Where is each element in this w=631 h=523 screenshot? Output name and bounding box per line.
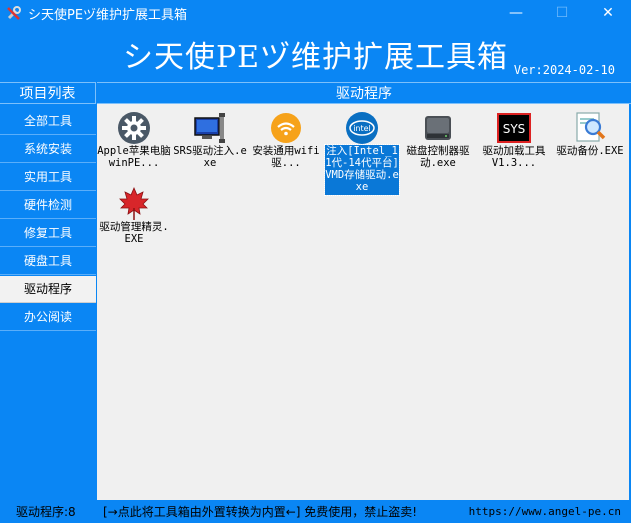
sidebar-item-drivers[interactable]: 驱动程序 <box>0 276 96 303</box>
tool-label: Apple苹果电脑winPE... <box>97 145 171 169</box>
tool-label: 注入[Intel_11代-14代平台]VMD存储驱动.exe <box>324 144 400 196</box>
tool-tile[interactable]: 驱动备份.EXE <box>553 106 627 176</box>
sidebar-header: 项目列表 <box>0 82 96 104</box>
tool-label: 驱动管理精灵.EXE <box>99 221 169 245</box>
maple-leaf-icon <box>119 186 149 220</box>
tool-tile[interactable]: Apple苹果电脑winPE... <box>97 106 171 176</box>
sys-icon: SYS <box>497 113 531 143</box>
status-bar: 驱动程序:8 [→点此将工具箱由外置转换为内置←] 免费使用，禁止盗卖! htt… <box>0 501 631 523</box>
tool-tile[interactable]: SYS 驱动加载工具 V1.3... <box>477 106 551 176</box>
item-count: 驱动程序:8 <box>16 505 76 519</box>
sidebar-item-repair-tools[interactable]: 修复工具 <box>0 220 96 247</box>
svg-text:intel: intel <box>353 124 371 133</box>
sidebar-item-disk-tools[interactable]: 硬盘工具 <box>0 248 96 275</box>
tool-label: 安装通用wifi驱... <box>252 145 320 169</box>
hard-disk-icon <box>425 116 451 140</box>
maximize-button[interactable]: ☐ <box>539 0 585 26</box>
sidebar-item-hardware-test[interactable]: 硬件检测 <box>0 192 96 219</box>
tool-label: SRS驱动注入.exe <box>173 145 247 169</box>
sidebar-item-all-tools[interactable]: 全部工具 <box>0 108 96 135</box>
minimize-button[interactable]: — <box>493 0 539 26</box>
tool-label: 驱动备份.EXE <box>556 145 624 157</box>
tool-tile[interactable]: 磁盘控制器驱动.exe <box>401 106 475 176</box>
sidebar-item-office-reading[interactable]: 办公阅读 <box>0 304 96 331</box>
window-title: シ天使PEヅ维护扩展工具箱 <box>28 8 188 23</box>
close-button[interactable]: ✕ <box>585 0 631 26</box>
magnifier-doc-icon <box>576 112 606 142</box>
content-header: 驱动程序 <box>97 82 631 104</box>
sidebar-item-system-install[interactable]: 系统安装 <box>0 136 96 163</box>
computer-plug-icon <box>194 113 225 143</box>
convert-link[interactable]: [→点此将工具箱由外置转换为内置←] 免费使用，禁止盗卖! <box>103 501 417 523</box>
intel-icon: intel <box>346 112 378 144</box>
tool-tile[interactable]: 安装通用wifi驱... <box>249 106 323 176</box>
gear-icon <box>118 112 150 144</box>
wifi-icon <box>271 113 301 143</box>
title-bar[interactable]: シ天使PEヅ维护扩展工具箱 — ☐ ✕ <box>0 0 631 26</box>
version-label: Ver:2024-02-10 <box>513 63 615 77</box>
svg-text:SYS: SYS <box>503 122 526 136</box>
tool-tile[interactable]: intel 注入[Intel_11代-14代平台]VMD存储驱动.exe <box>324 106 400 206</box>
sidebar-item-utilities[interactable]: 实用工具 <box>0 164 96 191</box>
tool-label: 磁盘控制器驱动.exe <box>406 145 470 169</box>
tool-tile[interactable]: 驱动管理精灵.EXE <box>97 182 171 252</box>
tool-tile[interactable]: SRS驱动注入.exe <box>173 106 247 176</box>
website-link[interactable]: https://www.angel-pe.cn <box>469 501 621 523</box>
banner: シ天使PEヅ维护扩展工具箱 Ver:2024-02-10 <box>0 26 631 81</box>
tool-label: 驱动加载工具 V1.3... <box>482 145 552 169</box>
wrench-screwdriver-icon <box>7 6 21 20</box>
tool-grid: Apple苹果电脑winPE... SRS驱动注入.exe 安装通用wifi驱.… <box>97 104 629 500</box>
sidebar: 全部工具 系统安装 实用工具 硬件检测 修复工具 硬盘工具 驱动程序 办公阅读 <box>0 104 96 500</box>
